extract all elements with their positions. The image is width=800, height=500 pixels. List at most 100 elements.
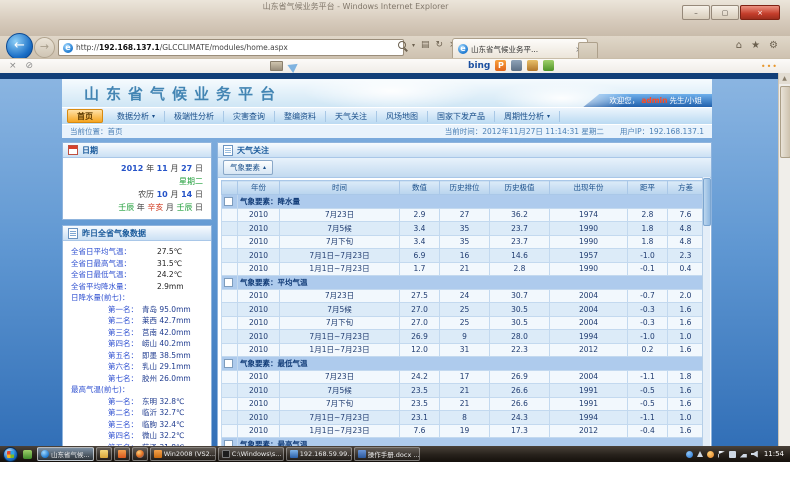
more-options-icon[interactable]: ••• (761, 62, 778, 71)
table-row[interactable]: 20101月1日~7月23日12.03122.320120.21.6 (222, 343, 704, 357)
windows-logo-icon (7, 451, 14, 458)
menu-item-2[interactable]: 极端性分析 (165, 111, 224, 122)
tray-blue-icon[interactable] (686, 451, 693, 458)
table-row[interactable]: 20107月5候27.02530.52004-0.31.6 (222, 303, 704, 317)
browser-scrollbar[interactable]: ▲ ▼ (778, 73, 790, 462)
back-button[interactable]: ← (6, 33, 33, 60)
group-row[interactable]: 气象要素：降水量 (222, 195, 704, 209)
cell: 9 (440, 330, 490, 344)
taskbar-button-word[interactable]: 操作手册.docx ... (354, 447, 420, 461)
table-row[interactable]: 20107月下旬3.43523.719901.84.8 (222, 235, 704, 249)
tools-gear-icon[interactable]: ⚙ (769, 40, 778, 51)
row-checkbox-cell (222, 303, 238, 317)
panel-scrollbar-thumb[interactable] (703, 178, 711, 226)
cell: -1.1 (628, 370, 668, 384)
date-token: 27 (181, 164, 195, 173)
table-row[interactable]: 20101月1日~7月23日1.7212.81990-0.10.4 (222, 262, 704, 276)
rank-label: 第四名： (66, 338, 138, 350)
table-row[interactable]: 20107月5候3.43523.719901.84.8 (222, 222, 704, 236)
taskbar-button-console[interactable]: C:\Windows\s... (218, 447, 284, 461)
bing-logo[interactable]: bing (468, 61, 490, 71)
group-checkbox[interactable] (224, 359, 233, 368)
cell: 1月1日~7月23日 (280, 343, 400, 357)
scrollbar-thumb[interactable] (780, 86, 790, 158)
table-row[interactable]: 20107月23日27.52430.72004-0.72.0 (222, 289, 704, 303)
cell: 16 (440, 249, 490, 263)
addon-palette-icon[interactable] (527, 60, 538, 71)
menu-item-7[interactable]: 国家下发产品 (428, 111, 495, 122)
taskbar-button-ie[interactable]: 山东省气候... (37, 447, 94, 461)
cell: 27.5 (400, 289, 440, 303)
close-pane-icon[interactable]: × (9, 61, 17, 71)
element-filter-label: 气象要素 (230, 162, 260, 173)
menu-item-4[interactable]: 整编资料 (275, 111, 326, 122)
tray-vol-icon[interactable] (751, 451, 758, 458)
table-row[interactable]: 20107月23日24.21726.92004-1.11.8 (222, 370, 704, 384)
pinned-app-icon[interactable] (23, 450, 32, 459)
maximize-button[interactable]: ▢ (711, 5, 739, 20)
minimize-button[interactable]: – (682, 5, 710, 20)
tray-display-icon[interactable] (729, 451, 736, 458)
tray-net-icon[interactable] (740, 451, 747, 458)
menu-item-6[interactable]: 风场地图 (377, 111, 428, 122)
browser-tab[interactable]: e 山东省气候业务平... × (452, 38, 588, 59)
menu-item-5[interactable]: 天气关注 (326, 111, 377, 122)
forward-button[interactable]: → (34, 37, 55, 58)
new-tab-button[interactable] (578, 42, 598, 59)
cell: 1.8 (628, 222, 668, 236)
cell: 7月23日 (280, 289, 400, 303)
group-row[interactable]: 气象要素：平均气温 (222, 276, 704, 290)
addon-p-icon[interactable]: P (495, 60, 506, 71)
table-row[interactable]: 20107月1日~7月23日23.1824.31994-1.11.0 (222, 411, 704, 425)
start-button[interactable] (3, 447, 18, 462)
table-row[interactable]: 20107月1日~7月23日26.9928.01994-1.01.0 (222, 330, 704, 344)
cell: 1.6 (668, 424, 704, 438)
cell: 17 (440, 370, 490, 384)
tray-arrow-icon[interactable] (697, 451, 703, 457)
table-row[interactable]: 20107月下旬23.52126.61991-0.51.6 (222, 397, 704, 411)
menu-item-0[interactable]: 首页 (67, 109, 103, 123)
tray-flag-icon[interactable] (718, 451, 725, 458)
table-row[interactable]: 20107月下旬27.02530.52004-0.31.6 (222, 316, 704, 330)
addon-camera-icon[interactable] (511, 60, 522, 71)
taskbar-button-remote[interactable]: 192.168.59.99... (286, 447, 352, 461)
taskbar-button-folder[interactable] (96, 447, 112, 461)
group-label-cell: 气象要素：最低气温 (238, 357, 704, 371)
scroll-up-icon[interactable]: ▲ (779, 73, 790, 84)
addon-puzzle-icon[interactable] (543, 60, 554, 71)
menu-item-8[interactable]: 周期性分析▾ (495, 111, 560, 122)
favorites-star-icon[interactable]: ★ (751, 40, 760, 51)
cell: -0.3 (628, 316, 668, 330)
menu-item-3[interactable]: 灾害查询 (224, 111, 275, 122)
group-checkbox[interactable] (224, 278, 233, 287)
search-icon[interactable] (398, 41, 406, 49)
table-row[interactable]: 20101月1日~7月23日7.61917.32012-0.41.6 (222, 424, 704, 438)
taskbar-button-vm[interactable]: Win2008 (VS2... (150, 447, 216, 461)
plugin-cards-icon[interactable] (270, 61, 283, 71)
group-checkbox[interactable] (224, 197, 233, 206)
taskbar-button-media[interactable] (132, 447, 148, 461)
element-filter-button[interactable]: 气象要素 ▴ (223, 160, 273, 175)
main-panel-header: 天气关注 (218, 143, 711, 158)
menu-item-1[interactable]: 数据分析▾ (108, 111, 165, 122)
refresh-icon[interactable]: ↻ (436, 40, 444, 50)
table-wrap: 年份时间数值历史排位历史极值出现年份距平方差气象要素：降水量20107月23日2… (218, 178, 711, 457)
taskbar-button-app[interactable] (114, 447, 130, 461)
close-button[interactable]: × (740, 5, 780, 20)
address-bar[interactable]: e http://192.168.137.1/GLCCLIMATE/module… (58, 39, 404, 56)
search-caret-icon[interactable]: ▾ (412, 42, 415, 49)
panel-scrollbar[interactable] (702, 177, 710, 457)
nav-right-icons: ⌂ ★ ⚙ (736, 40, 778, 51)
tray-orange-icon[interactable] (707, 451, 714, 458)
compat-view-icon[interactable]: ▤ (421, 40, 430, 50)
group-row[interactable]: 气象要素：最低气温 (222, 357, 704, 371)
home-icon[interactable]: ⌂ (736, 40, 742, 51)
menu-item-label: 灾害查询 (233, 111, 265, 122)
rank-label: 第四名： (66, 430, 138, 442)
plugin-plane-icon[interactable] (287, 59, 300, 72)
taskbar-clock[interactable]: 11:54 (764, 450, 784, 458)
table-row[interactable]: 20107月1日~7月23日6.91614.61957-1.02.3 (222, 249, 704, 263)
table-row[interactable]: 20107月23日2.92736.219742.87.6 (222, 208, 704, 222)
taskbar: 山东省气候... Win2008 (VS2...C:\Windows\s...19… (0, 446, 790, 462)
table-row[interactable]: 20107月5候23.52126.61991-0.51.6 (222, 384, 704, 398)
